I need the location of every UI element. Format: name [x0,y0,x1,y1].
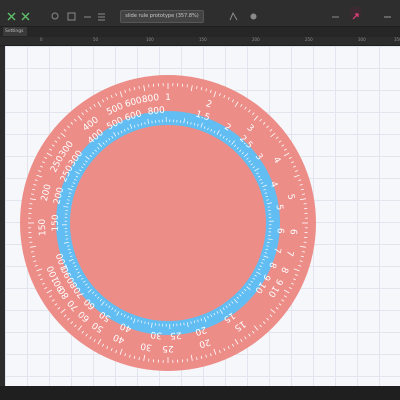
ruler-label: 150 [199,37,207,42]
grid-icon[interactable] [66,7,77,21]
slide-rule-dial[interactable]: 1234567891015202530405060708090100150200… [5,46,400,386]
zoom-icon[interactable] [50,7,61,20]
ruler-label: 0 [40,37,43,42]
move-tool-icon[interactable] [6,7,17,21]
share-icon[interactable] [248,7,259,20]
app-toolbar: slide rule prototype (357.8%) [0,0,400,27]
horizontal-ruler: 0 50 100 150 200 250 300 350 [0,37,400,46]
outer-scale-label: 6 [287,229,297,236]
pan-icon[interactable] [20,7,31,21]
ruler-label: 100 [146,37,154,42]
outer-scale-label: 25 [162,343,173,353]
close-icon[interactable] [382,7,393,18]
align-icon[interactable] [96,7,107,21]
ruler-label: 50 [93,37,99,42]
inner-scale-label: 6 [275,228,285,235]
document-title[interactable]: slide rule prototype (357.8%) [120,10,204,23]
ruler-label: 250 [305,37,313,42]
snap-icon[interactable] [228,7,239,21]
outer-scale-label: 30 [140,340,153,352]
inner-scale-label: 30 [150,329,163,340]
outer-scale-label: 150 [38,218,49,236]
tab-settings[interactable]: Settings [3,27,27,36]
context-toolbar [0,27,400,37]
ruler-label: 300 [358,37,366,42]
maximize-icon[interactable] [350,7,361,20]
inner-scale-label: 25 [170,329,182,340]
minimize-icon[interactable] [330,7,341,18]
inner-scale-label: 150 [51,214,61,231]
ruler-label: 350 [394,37,400,42]
center-disc [70,125,266,321]
status-bar [0,386,400,400]
outer-scale-label: 1 [165,93,171,103]
ruler-label: 200 [252,37,260,42]
design-canvas[interactable]: 1 2 3 4 5 6 7 8 9 10 15 20 25 30 40 50 60 70 80 90 100 150 200… [5,46,400,386]
view-icon[interactable] [82,7,93,18]
inner-scale-label: 800 [147,106,165,118]
